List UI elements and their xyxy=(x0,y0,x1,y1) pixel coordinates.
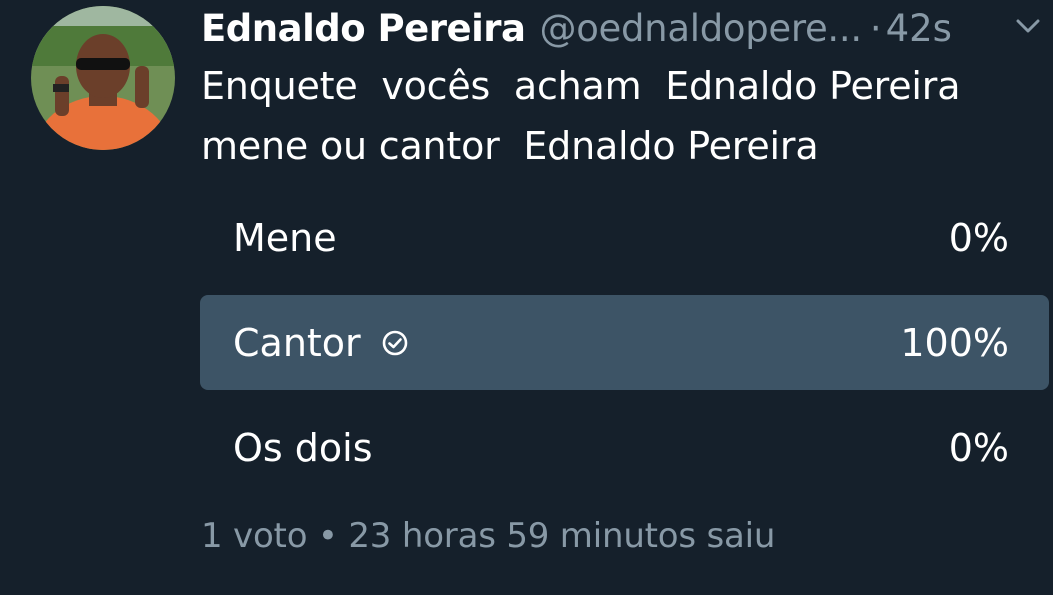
tweet-text: Enquete vocês acham Ednaldo Pereira mene… xyxy=(201,64,961,168)
poll-option-percent: 0% xyxy=(948,425,1009,470)
chevron-down-icon[interactable] xyxy=(1012,10,1044,42)
separator-dot: · xyxy=(869,6,882,50)
poll-option-label: Os dois xyxy=(233,425,373,470)
avatar-photo xyxy=(31,6,175,150)
poll-option-label: Mene xyxy=(233,215,337,260)
timestamp[interactable]: 42s xyxy=(886,7,952,50)
poll-option-label: Cantor xyxy=(233,320,361,365)
poll-option-os-dois[interactable]: Os dois 0% xyxy=(200,400,1049,495)
vote-count: 1 voto xyxy=(201,516,308,556)
poll-option-percent: 0% xyxy=(948,215,1009,260)
poll: Mene 0% Cantor 100% Os dois 0% xyxy=(200,190,1049,505)
meta-bullet: • xyxy=(317,516,338,556)
poll-option-cantor[interactable]: Cantor 100% xyxy=(200,295,1049,390)
check-circle-icon xyxy=(382,330,407,355)
display-name[interactable]: Ednaldo Pereira xyxy=(201,7,526,50)
tweet-card[interactable]: Ednaldo Pereira @oednaldopere... · 42s E… xyxy=(0,0,1053,595)
poll-meta: 1 voto • 23 horas 59 minutos saiu xyxy=(201,516,775,556)
avatar[interactable] xyxy=(31,6,175,150)
user-handle[interactable]: @oednaldopere... xyxy=(540,7,863,50)
tweet-header: Ednaldo Pereira @oednaldopere... · 42s xyxy=(201,2,1053,54)
poll-option-percent: 100% xyxy=(900,320,1009,365)
poll-option-mene[interactable]: Mene 0% xyxy=(200,190,1049,285)
poll-status: 23 horas 59 minutos saiu xyxy=(348,516,776,556)
